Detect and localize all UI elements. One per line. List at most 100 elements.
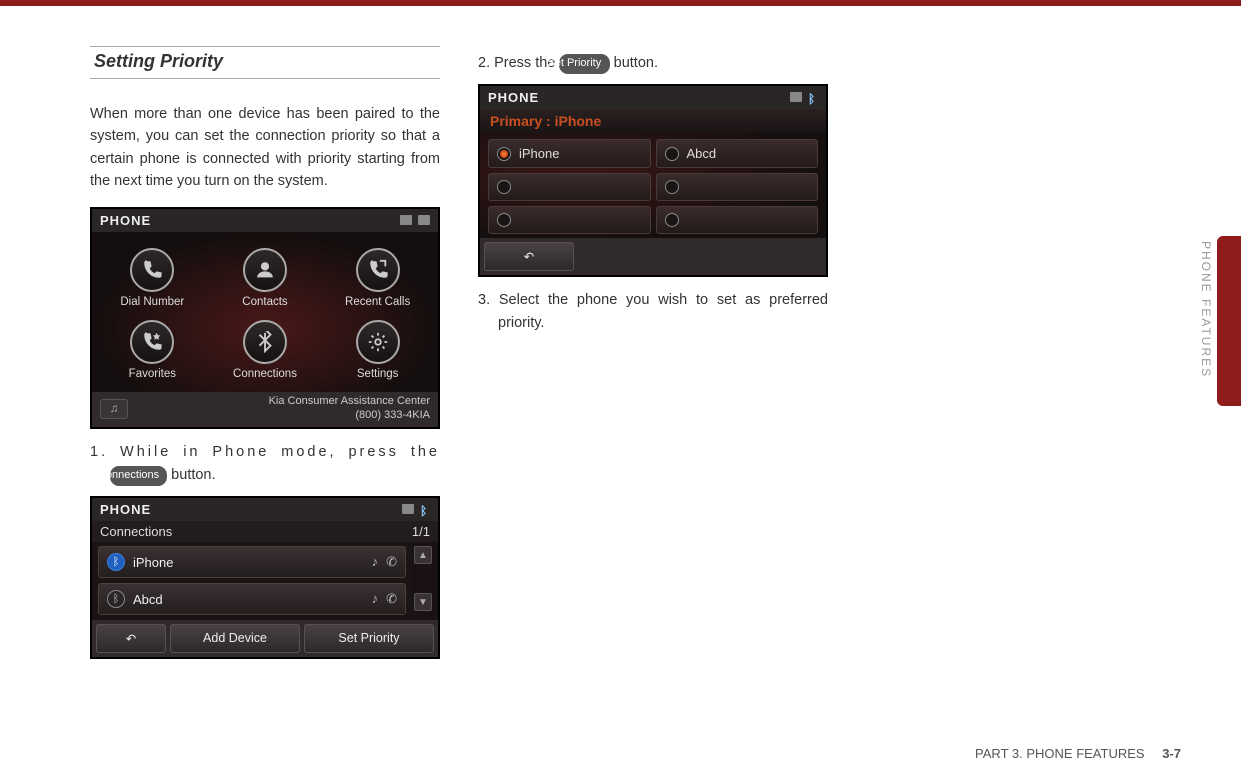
screenshot-set-priority: PHONE ᛒ Primary : iPhone iPhone	[478, 84, 828, 277]
primary-device-name: iPhone	[555, 113, 602, 129]
settings-icon	[356, 320, 400, 364]
radio-icon	[665, 213, 679, 227]
subheader-label: Connections	[100, 524, 172, 539]
tile-settings: Settings	[321, 314, 434, 386]
device-name: iPhone	[133, 555, 173, 570]
manual-page: Setting Priority When more than one devi…	[0, 6, 1241, 777]
step-3: 3. Select the phone you wish to set as p…	[478, 289, 828, 334]
primary-device-label: Primary : iPhone	[480, 109, 826, 133]
assist-line1: Kia Consumer Assistance Center	[269, 395, 430, 407]
signal-icon	[400, 215, 412, 225]
footer-part: PART 3. PHONE FEATURES	[975, 746, 1145, 761]
tile-label: Recent Calls	[323, 296, 432, 308]
phone-menu-grid: Dial Number Contacts Recent Calls Favori…	[92, 232, 438, 392]
radio-icon	[497, 180, 511, 194]
priority-option: iPhone	[488, 139, 651, 168]
tile-recent-calls: Recent Calls	[321, 242, 434, 314]
screenshot-phone-menu: PHONE Dial Number Contacts	[90, 207, 440, 430]
signal-icon	[402, 504, 414, 514]
screenshot-titlebar: PHONE ᛒ	[92, 498, 438, 521]
section-title: Setting Priority	[90, 46, 440, 79]
row-status-icons: ♪ ✆	[372, 591, 397, 607]
column-1: Setting Priority When more than one devi…	[90, 46, 440, 663]
column-2: 2. Press the Set Priority button. PHONE …	[478, 46, 828, 663]
connections-list-wrap: ᛒ iPhone ♪ ✆ ᛒ Abcd	[92, 542, 438, 615]
connection-row: ᛒ iPhone ♪ ✆	[98, 546, 406, 578]
scrollbar: ▲ ▼	[414, 542, 432, 615]
bluetooth-icon: ᛒ	[107, 590, 125, 608]
contacts-icon	[243, 248, 287, 292]
music-icon: ♪	[372, 591, 379, 607]
tile-label: Contacts	[211, 296, 320, 308]
option-label: iPhone	[519, 146, 559, 161]
page-indicator: 1/1	[412, 524, 430, 539]
status-icons: ᛒ	[402, 504, 430, 516]
assistance-bar: ♫ Kia Consumer Assistance Center (800) 3…	[92, 392, 438, 428]
set-priority-button-label: Set Priority	[559, 54, 609, 74]
phone-icon	[130, 248, 174, 292]
back-icon: ↶	[126, 632, 136, 646]
priority-grid: iPhone Abcd	[480, 133, 826, 238]
back-button: ↶	[484, 242, 574, 271]
device-name: Abcd	[133, 592, 163, 607]
step-1-text-b: button.	[167, 467, 215, 483]
bluetooth-status-icon: ᛒ	[420, 504, 430, 516]
add-device-button: Add Device	[170, 624, 300, 653]
music-icon: ♫	[100, 399, 128, 419]
back-button: ↶	[96, 624, 166, 653]
screenshot-title: PHONE	[488, 90, 539, 105]
radio-icon	[497, 147, 511, 161]
priority-option	[488, 173, 651, 201]
content-columns: Setting Priority When more than one devi…	[90, 46, 1181, 663]
bluetooth-icon	[243, 320, 287, 364]
radio-icon	[497, 213, 511, 227]
scroll-down-icon: ▼	[414, 593, 432, 611]
tile-label: Favorites	[98, 368, 207, 380]
side-tab-marker	[1217, 236, 1241, 406]
step-1-text-a: 1. While in Phone mode, press the	[90, 444, 440, 460]
footer-page-number: 3-7	[1162, 746, 1181, 761]
tile-contacts: Contacts	[209, 242, 322, 314]
signal-icon	[790, 92, 802, 102]
priority-option	[656, 173, 819, 201]
set-priority-button: Set Priority	[304, 624, 434, 653]
priority-footer: ↶	[480, 238, 826, 275]
recent-calls-icon	[356, 248, 400, 292]
phone-icon: ✆	[386, 591, 397, 607]
radio-icon	[665, 180, 679, 194]
connections-subheader: Connections 1/1	[92, 521, 438, 542]
bluetooth-icon: ᛒ	[107, 553, 125, 571]
tile-label: Connections	[211, 368, 320, 380]
intro-paragraph: When more than one device has been paire…	[90, 103, 440, 193]
music-icon: ♪	[372, 554, 379, 570]
priority-option: Abcd	[656, 139, 819, 168]
radio-icon	[665, 147, 679, 161]
favorites-icon	[130, 320, 174, 364]
tile-label: Settings	[323, 368, 432, 380]
connections-button-row: ↶ Add Device Set Priority	[92, 620, 438, 657]
page-footer: PART 3. PHONE FEATURES 3-7	[975, 746, 1181, 761]
status-icons	[400, 215, 430, 225]
scroll-up-icon: ▲	[414, 546, 432, 564]
tile-favorites: Favorites	[96, 314, 209, 386]
tile-connections: Connections	[209, 314, 322, 386]
priority-option	[656, 206, 819, 234]
phone-icon: ✆	[386, 554, 397, 570]
connection-row: ᛒ Abcd ♪ ✆	[98, 583, 406, 615]
status-icons: ᛒ	[790, 92, 818, 104]
connections-button-label: Connections	[110, 466, 167, 486]
screenshot-title: PHONE	[100, 213, 151, 228]
tile-dial-number: Dial Number	[96, 242, 209, 314]
back-icon: ↶	[524, 250, 534, 264]
primary-prefix: Primary :	[490, 113, 551, 129]
screenshot-title: PHONE	[100, 502, 151, 517]
screenshot-titlebar: PHONE ᛒ	[480, 86, 826, 109]
screenshot-titlebar: PHONE	[92, 209, 438, 232]
step-1: 1. While in Phone mode, press the Connec…	[90, 441, 440, 486]
tile-label: Dial Number	[98, 296, 207, 308]
side-section-label: PHONE FEATURES	[1199, 241, 1213, 378]
bluetooth-status-icon: ᛒ	[808, 92, 818, 104]
connections-list: ᛒ iPhone ♪ ✆ ᛒ Abcd	[92, 542, 412, 615]
option-label: Abcd	[687, 146, 717, 161]
row-status-icons: ♪ ✆	[372, 554, 397, 570]
